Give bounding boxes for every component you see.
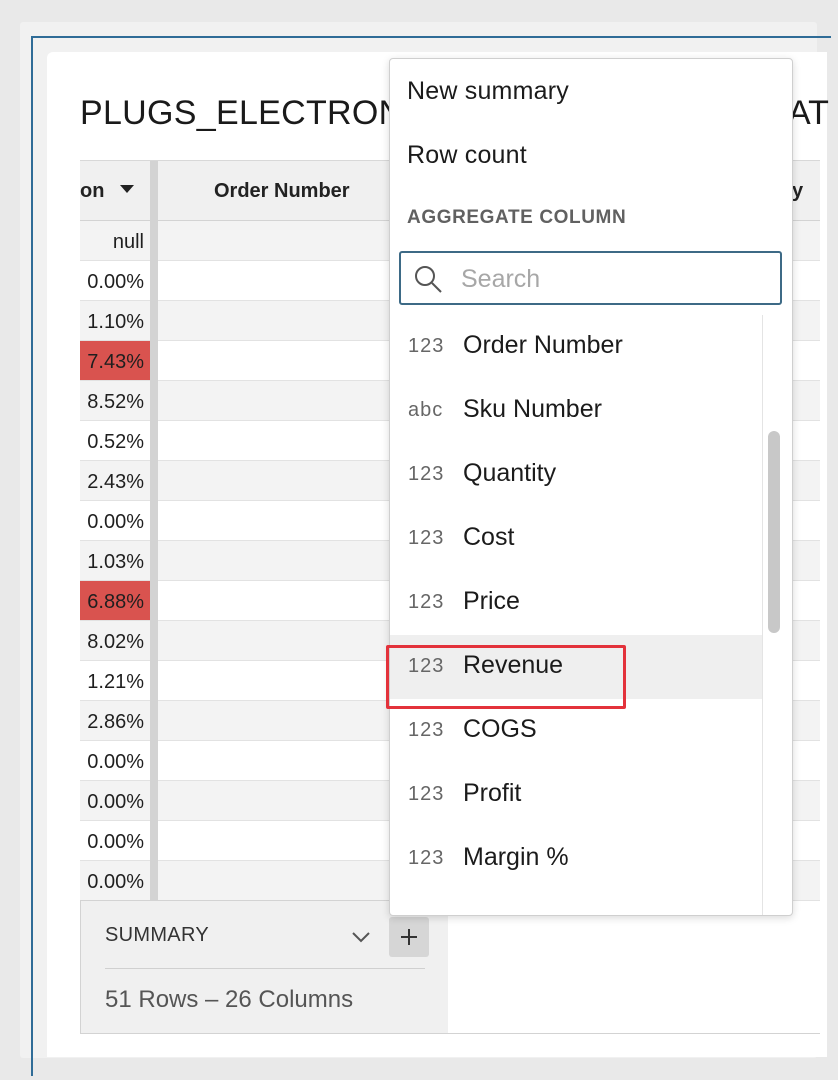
pct-column: null 0.00% 1.10% 7.43% 8.52% 0.52% 2.43% 0.00% 1…: [80, 221, 150, 901]
table-title-tail: AT: [788, 94, 829, 132]
frozen-column-divider[interactable]: [150, 161, 158, 901]
type-badge: 123: [408, 591, 445, 613]
cell-value: 1.10%: [87, 311, 144, 333]
cell-value: 6.88%: [87, 591, 144, 613]
column-option[interactable]: 123 Order Number: [390, 315, 762, 379]
type-badge: 123: [408, 335, 445, 357]
column-option-label: COGS: [463, 715, 537, 743]
table-cell[interactable]: 6.88%: [80, 581, 150, 621]
cell-value: 0.00%: [87, 791, 144, 813]
table-cell[interactable]: 1.10%: [80, 301, 150, 341]
column-header-order-number[interactable]: Order Number: [214, 180, 350, 203]
add-summary-menu: New summary Row count AGGREGATE COLUMN 1…: [389, 58, 793, 916]
menu-item-row-count[interactable]: Row count: [407, 141, 527, 170]
type-badge: abc: [408, 399, 444, 421]
column-header-pct[interactable]: on: [80, 161, 150, 220]
table-cell[interactable]: 0.00%: [80, 781, 150, 821]
column-option-label: Cost: [463, 523, 515, 551]
column-option[interactable]: 123 Profit: [390, 763, 762, 827]
table-cell[interactable]: 7.43%: [80, 341, 150, 381]
type-badge: 123: [408, 719, 445, 741]
cell-value: 0.00%: [87, 831, 144, 853]
table-cell[interactable]: 2.43%: [80, 461, 150, 501]
search-input[interactable]: [459, 263, 763, 295]
table-cell[interactable]: 8.02%: [80, 621, 150, 661]
section-heading: AGGREGATE COLUMN: [407, 207, 627, 228]
cell-value: 0.52%: [87, 431, 144, 453]
divider: [105, 968, 425, 969]
table-cell[interactable]: 0.00%: [80, 741, 150, 781]
column-option-label: Quantity: [463, 459, 557, 487]
column-option-label: Sku Number: [463, 395, 602, 423]
table-cell[interactable]: 0.00%: [80, 501, 150, 541]
column-option[interactable]: 123 Quantity: [390, 443, 762, 507]
table-cell[interactable]: 1.03%: [80, 541, 150, 581]
table-cell[interactable]: null: [80, 221, 150, 261]
cell-value: 8.52%: [87, 391, 144, 413]
chevron-down-icon[interactable]: [350, 926, 372, 948]
table-cell[interactable]: 2.86%: [80, 701, 150, 741]
cell-value: 0.00%: [87, 871, 144, 893]
row-column-count: 51 Rows – 26 Columns: [105, 986, 354, 1013]
cell-value: 7.43%: [87, 351, 144, 373]
panel-border: [80, 900, 81, 1033]
type-badge: 123: [408, 463, 445, 485]
column-option-label: Profit: [463, 779, 522, 807]
type-badge: 123: [408, 783, 445, 805]
type-badge: 123: [408, 527, 445, 549]
panel-border: [80, 1033, 820, 1034]
cell-value: 0.00%: [87, 751, 144, 773]
table-cell[interactable]: 0.52%: [80, 421, 150, 461]
search-icon: [415, 266, 442, 293]
column-option[interactable]: 123 Price: [390, 571, 762, 635]
cell-value: 2.86%: [87, 711, 144, 733]
search-field[interactable]: [399, 251, 782, 305]
cell-value: 0.00%: [87, 511, 144, 533]
table-cell[interactable]: 0.00%: [80, 861, 150, 901]
caret-down-icon[interactable]: [120, 185, 134, 193]
table-cell[interactable]: 0.00%: [80, 261, 150, 301]
cell-value: 1.21%: [87, 671, 144, 693]
table-cell[interactable]: 8.52%: [80, 381, 150, 421]
table-cell[interactable]: 0.00%: [80, 821, 150, 861]
cell-value: 8.02%: [87, 631, 144, 653]
cell-value: 0.00%: [87, 271, 144, 293]
table-title: PLUGS_ELECTRON: [80, 94, 404, 132]
table-cell[interactable]: 1.21%: [80, 661, 150, 701]
summary-label: SUMMARY: [105, 924, 209, 946]
cell-value: null: [112, 231, 144, 253]
cell-value: 1.03%: [87, 551, 144, 573]
menu-item-new-summary[interactable]: New summary: [407, 77, 569, 106]
plus-icon: [401, 929, 417, 945]
column-option[interactable]: abc Sku Number: [390, 379, 762, 443]
type-badge: 123: [408, 847, 445, 869]
column-option[interactable]: 123 Cost: [390, 507, 762, 571]
column-option[interactable]: 123 Margin %: [390, 827, 762, 891]
add-summary-button[interactable]: [389, 917, 429, 957]
highlight-annotation: [386, 645, 626, 709]
column-option-label: Margin %: [463, 843, 569, 871]
cell-value: 2.43%: [87, 471, 144, 493]
column-option-label: Price: [463, 587, 520, 615]
column-header-partial[interactable]: y: [792, 180, 803, 203]
scroll-track: [762, 315, 763, 915]
column-option-label: Order Number: [463, 331, 623, 359]
scrollbar-thumb[interactable]: [768, 431, 780, 633]
